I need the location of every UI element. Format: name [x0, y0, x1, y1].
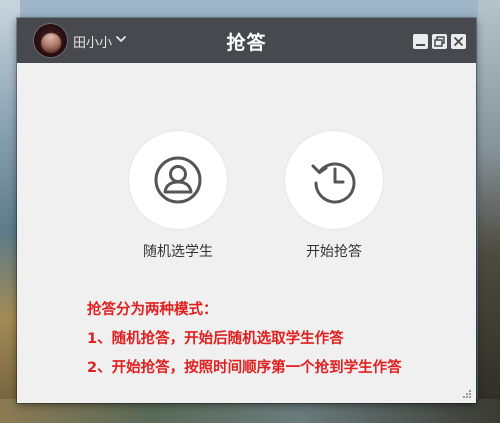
clock-history-icon [311, 162, 356, 204]
close-button[interactable] [451, 34, 466, 49]
window-content: 随机选学生 开始抢答 抢答分为两种模式： 1、随机抢答，开始后随机选取学生作答 … [17, 63, 476, 403]
start-answer-button[interactable] [285, 131, 383, 229]
title-bar[interactable]: 田小小 抢答 [17, 18, 476, 63]
window-title: 抢答 [226, 32, 267, 54]
minimize-icon [416, 44, 425, 46]
restore-button[interactable] [432, 34, 447, 49]
instructions: 抢答分为两种模式： 1、随机抢答，开始后随机选取学生作答 2、开始抢答，按照时间… [87, 296, 402, 383]
start-answer-label: 开始抢答 [306, 244, 362, 260]
start-answer-option[interactable]: 开始抢答 [284, 131, 384, 261]
resize-grip-icon[interactable] [462, 389, 472, 399]
instruction-line: 1、随机抢答，开始后随机选取学生作答 [87, 331, 344, 347]
user-icon [154, 156, 202, 204]
random-student-label: 随机选学生 [143, 244, 213, 260]
restore-icon [434, 36, 445, 47]
quick-answer-window: 田小小 抢答 随机选学生 开始抢答 抢答分为两种模式： 1、随机抢答，开始后随机… [17, 18, 476, 403]
random-student-option[interactable]: 随机选学生 [128, 131, 228, 261]
desktop-background-right [478, 0, 500, 423]
minimize-button[interactable] [413, 34, 428, 49]
random-student-button[interactable] [129, 131, 227, 229]
close-icon [454, 37, 463, 46]
instruction-line: 2、开始抢答，按照时间顺序第一个抢到学生作答 [87, 360, 402, 376]
instructions-heading: 抢答分为两种模式： [87, 302, 218, 318]
